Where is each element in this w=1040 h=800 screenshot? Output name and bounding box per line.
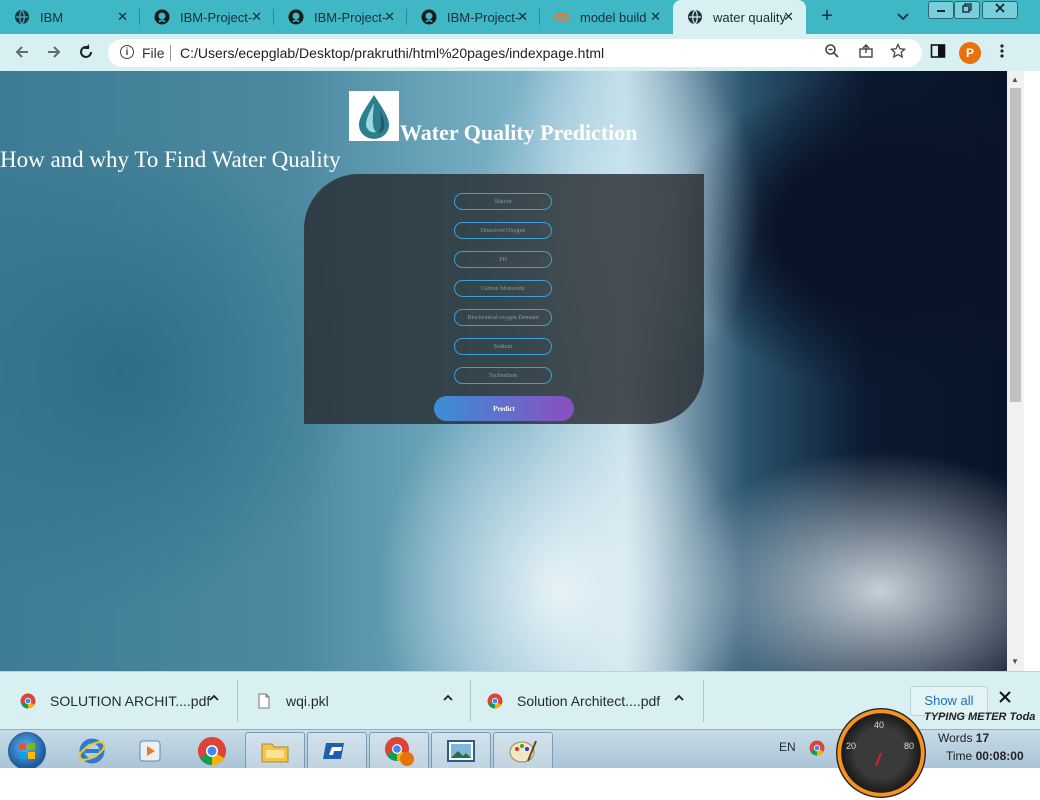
browser-toolbar: i File C:/Users/ecepglab/Desktop/prakrut… [0, 34, 1040, 71]
tab-close-icon[interactable]: ✕ [650, 9, 661, 25]
photo-viewer-icon[interactable] [431, 732, 491, 770]
tab-ibm[interactable]: IBM ✕ [0, 0, 140, 34]
chrome-icon [487, 693, 503, 709]
sodium-input[interactable] [454, 338, 552, 355]
gauge-label: 20 [846, 741, 857, 751]
chrome-tray-icon[interactable] [809, 740, 827, 758]
tab-close-icon[interactable]: ✕ [517, 9, 528, 25]
technetium-input[interactable] [454, 367, 552, 384]
download-filename: Solution Architect....pdf [517, 693, 661, 709]
scroll-up-icon[interactable]: ▲ [1011, 75, 1019, 84]
bookmark-star-icon[interactable] [888, 42, 908, 63]
speed-gauge: 20 40 80 [836, 708, 926, 798]
words-label: Words [938, 731, 973, 745]
sidepanel-icon[interactable] [928, 43, 948, 63]
tab-title: IBM [40, 9, 64, 25]
typing-meter-title: TYPING METER Toda [924, 711, 1036, 723]
forward-arrow-icon[interactable] [44, 43, 64, 63]
address-bar[interactable]: i File C:/Users/ecepglab/Desktop/prakrut… [108, 39, 922, 67]
chevron-up-icon[interactable] [442, 692, 454, 707]
tab-close-icon[interactable]: ✕ [384, 9, 395, 25]
predict-button[interactable]: Predict [434, 396, 574, 421]
time-value: 00:08:00 [975, 749, 1024, 763]
chrome-icon [20, 693, 36, 709]
jupyter-icon [554, 9, 570, 25]
gauge-label: 40 [874, 720, 885, 730]
internet-explorer-icon[interactable] [62, 732, 122, 770]
download-item-3[interactable]: Solution Architect....pdf [487, 672, 703, 730]
minimize-icon[interactable] [928, 1, 954, 19]
github-icon [288, 9, 304, 25]
download-item-2[interactable]: wqi.pkl [256, 672, 470, 730]
page-title: Water Quality Prediction [400, 120, 638, 145]
language-indicator[interactable]: EN [779, 740, 796, 754]
media-player-icon[interactable] [120, 732, 180, 770]
scroll-down-icon[interactable]: ▼ [1011, 657, 1019, 666]
scheme-label: File [142, 45, 165, 61]
tab-close-icon[interactable]: ✕ [117, 9, 128, 25]
zoom-icon[interactable] [822, 43, 842, 63]
typing-meter-widget: 20 40 80 TYPING METER Toda Words 17 Time… [836, 708, 1036, 798]
dissolved-oxygen-input[interactable] [454, 222, 552, 239]
page-viewport: Water Quality Prediction How and why To … [0, 71, 1007, 671]
file-icon [256, 693, 272, 709]
remote-app-icon[interactable] [307, 732, 367, 770]
tab-model-building[interactable]: model build ✕ [540, 0, 673, 34]
download-item-1[interactable]: SOLUTION ARCHIT....pdf [20, 672, 236, 730]
words-row: Words 17 [938, 731, 989, 745]
vertical-scrollbar[interactable]: ▲ ▼ [1007, 71, 1024, 671]
download-separator [703, 680, 704, 722]
start-button[interactable] [8, 732, 46, 770]
github-icon [421, 9, 437, 25]
water-drop-logo [349, 91, 399, 141]
gauge-label: 80 [904, 741, 915, 751]
tab-github-3[interactable]: IBM-Project- ✕ [407, 0, 540, 34]
globe-icon [14, 9, 30, 25]
close-window-icon[interactable] [982, 1, 1018, 19]
ph-input[interactable] [454, 251, 552, 268]
time-label: Time [946, 749, 973, 763]
chevron-down-icon[interactable] [896, 9, 912, 25]
address-divider [170, 45, 171, 61]
restore-icon[interactable] [954, 1, 980, 19]
chevron-up-icon[interactable] [673, 692, 685, 707]
download-separator [237, 680, 238, 722]
station-input[interactable] [454, 193, 552, 210]
chrome-taskbar-icon[interactable] [182, 732, 242, 770]
time-row: Time 00:08:00 [946, 749, 1024, 763]
carbon-monoxide-input[interactable] [454, 280, 552, 297]
new-tab-button[interactable]: + [816, 6, 838, 28]
globe-icon [687, 9, 703, 25]
more-menu-icon[interactable] [992, 43, 1012, 63]
chevron-up-icon[interactable] [208, 692, 220, 707]
scrollbar-thumb[interactable] [1010, 88, 1021, 402]
tab-strip: IBM ✕ IBM-Project- ✕ IBM-Project- ✕ IBM-… [0, 0, 1040, 34]
url-text[interactable]: C:/Users/ecepglab/Desktop/prakruthi/html… [180, 45, 604, 61]
file-explorer-icon[interactable] [245, 732, 305, 770]
back-arrow-icon[interactable] [12, 43, 32, 63]
download-filename: wqi.pkl [286, 693, 329, 709]
github-icon [154, 9, 170, 25]
download-filename: SOLUTION ARCHIT....pdf [50, 693, 211, 709]
tab-close-icon[interactable]: ✕ [251, 9, 262, 25]
tab-close-icon[interactable]: ✕ [783, 9, 794, 25]
bod-input[interactable] [454, 309, 552, 326]
tab-water-quality[interactable]: water quality ✕ [673, 0, 806, 34]
info-icon[interactable]: i [120, 45, 134, 59]
tab-github-2[interactable]: IBM-Project- ✕ [274, 0, 407, 34]
download-separator [470, 680, 471, 722]
reload-icon[interactable] [76, 43, 96, 63]
tab-github-1[interactable]: IBM-Project- ✕ [140, 0, 274, 34]
page-subheading: How and why To Find Water Quality [0, 147, 341, 172]
paint-icon[interactable] [493, 732, 553, 770]
words-value: 17 [975, 731, 990, 745]
close-shelf-icon[interactable] [998, 690, 1012, 709]
share-icon[interactable] [856, 43, 876, 63]
profile-avatar[interactable]: P [959, 42, 981, 64]
prediction-form: Predict [304, 174, 704, 424]
chrome-profile-taskbar-icon[interactable] [369, 732, 429, 770]
